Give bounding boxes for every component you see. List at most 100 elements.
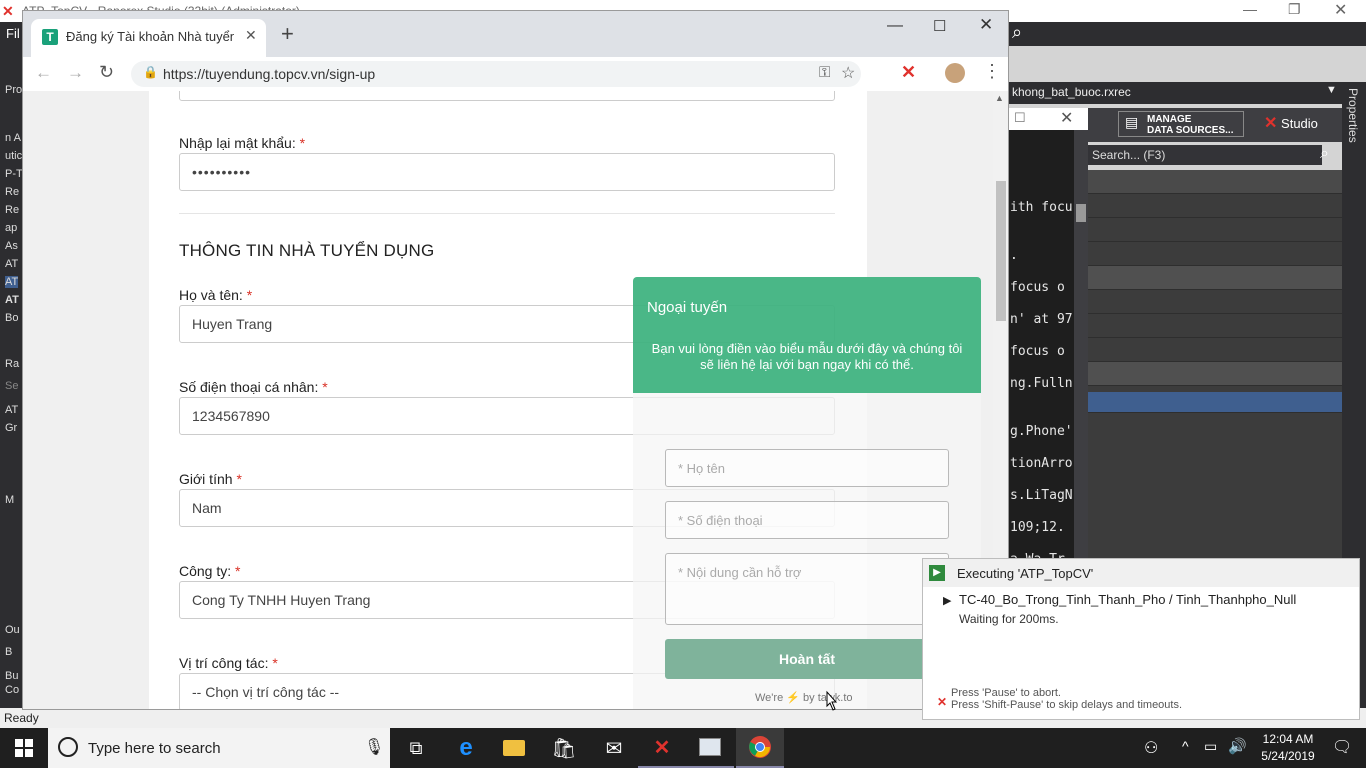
back-icon[interactable]: ← <box>35 63 52 83</box>
chat-message: Bạn vui lòng điền vào biểu mẫu dưới đây … <box>651 341 963 372</box>
execution-header: ▶ Executing 'ATP_TopCV' <box>923 559 1359 587</box>
left-row[interactable]: Ou <box>5 624 20 636</box>
menu-icon[interactable]: ⋮ <box>983 61 1001 82</box>
clock-time[interactable]: 12:04 AM <box>1258 732 1318 746</box>
maximize-icon[interactable]: ☐ <box>933 17 946 35</box>
code-line: ith focu <box>1010 200 1073 215</box>
ranorex-taskbar-icon[interactable]: ✕ <box>638 728 686 768</box>
close-icon[interactable]: ✕ <box>1334 0 1347 20</box>
left-row[interactable]: Gr <box>5 422 17 434</box>
volume-icon[interactable]: 🔊 <box>1228 737 1247 755</box>
properties-tab[interactable]: Properties <box>1346 88 1360 143</box>
search-icon[interactable]: ⌕ <box>1012 22 1022 43</box>
start-button[interactable] <box>0 728 48 768</box>
grid-row[interactable] <box>1088 266 1342 290</box>
search-icon[interactable]: ⌕ <box>1320 145 1329 163</box>
scroll-thumb[interactable] <box>1076 204 1086 222</box>
grid-row[interactable] <box>1088 314 1342 338</box>
menu-file[interactable]: Fil <box>6 26 20 41</box>
chevron-up-icon[interactable]: ^ <box>1182 738 1189 754</box>
left-row[interactable]: Re <box>5 204 19 216</box>
close-icon[interactable]: ✕ <box>979 15 993 35</box>
grid-row-selected[interactable] <box>1088 392 1342 413</box>
key-icon[interactable]: ⚿ <box>819 64 830 81</box>
chat-submit-button[interactable]: Hoàn tất <box>665 639 949 679</box>
repassword-field[interactable]: •••••••••• <box>179 153 835 191</box>
left-row[interactable]: ap <box>5 222 17 234</box>
chat-phone-input[interactable]: * Số điện thoại <box>665 501 949 539</box>
scroll-thumb[interactable] <box>996 181 1006 321</box>
password-field[interactable] <box>179 91 835 101</box>
left-row[interactable]: AT <box>5 276 19 288</box>
left-row[interactable]: Bo <box>5 312 18 324</box>
chat-name-input[interactable]: * Họ tên <box>665 449 949 487</box>
edge-icon[interactable]: e <box>442 728 490 768</box>
abort-hint: Press 'Pause' to abort. <box>951 687 1061 699</box>
code-scrollbar[interactable] <box>1074 130 1088 560</box>
reload-icon[interactable]: ↻ <box>99 62 114 83</box>
restore-icon[interactable]: ❐ <box>1288 1 1301 18</box>
phone-label: Số điện thoại cá nhân: * <box>179 379 328 395</box>
left-row[interactable]: As <box>5 240 18 252</box>
manage-data-sources-button[interactable]: ▤ MANAGE DATA SOURCES... <box>1118 111 1244 137</box>
left-row[interactable]: Re <box>5 186 19 198</box>
grid-row[interactable] <box>1088 218 1342 242</box>
network-icon[interactable]: ▭ <box>1204 738 1217 755</box>
code-line: n' at 97 <box>1010 312 1073 327</box>
recording-file-tab[interactable]: khong_bat_buoc.rxrec <box>1012 85 1131 99</box>
url-text[interactable]: https://tuyendung.topcv.vn/sign-up <box>163 66 375 82</box>
code-line: s.LiTagN <box>1010 488 1073 503</box>
left-row[interactable]: AT <box>5 404 18 416</box>
address-bar[interactable]: 🔒 https://tuyendung.topcv.vn/sign-up ⚿ ☆ <box>131 61 861 87</box>
grid-row[interactable] <box>1088 338 1342 362</box>
left-row[interactable]: Bu <box>5 670 18 682</box>
task-view-icon[interactable]: ⧉ <box>392 728 440 768</box>
scroll-up-icon[interactable]: ▲ <box>995 93 1004 103</box>
position-label: Vị trí công tác: * <box>179 655 278 671</box>
new-tab-icon[interactable]: + <box>281 21 294 47</box>
close-tab-icon[interactable]: ✕ <box>245 27 257 44</box>
grid-row[interactable] <box>1088 194 1342 218</box>
left-row[interactable]: AT <box>5 258 18 270</box>
mail-icon[interactable]: ✉ <box>590 728 638 768</box>
clock-date[interactable]: 5/24/2019 <box>1258 749 1318 763</box>
microphone-icon[interactable]: 🎙 <box>364 737 384 757</box>
studio-button[interactable]: ✕ Studio <box>1264 111 1336 137</box>
grid-row[interactable] <box>1088 170 1342 194</box>
forward-icon[interactable]: → <box>67 63 84 83</box>
left-row[interactable]: utic <box>5 150 22 162</box>
left-row[interactable]: AT <box>5 294 19 306</box>
maximize-icon[interactable]: ☐ <box>1014 110 1026 126</box>
grid-row[interactable] <box>1088 290 1342 314</box>
chrome-icon <box>749 736 771 758</box>
avatar[interactable] <box>945 63 965 83</box>
left-row[interactable]: P-T <box>5 168 23 180</box>
dropdown-icon[interactable]: ▼ <box>1326 84 1337 96</box>
star-icon[interactable]: ☆ <box>841 63 855 83</box>
minimize-icon[interactable]: — <box>887 17 903 35</box>
browser-tab[interactable]: T Đăng ký Tài khoản Nhà tuyển dụ ✕ <box>31 19 266 57</box>
expand-icon[interactable]: ▶ <box>943 594 951 607</box>
chrome-taskbar-icon[interactable] <box>736 728 784 768</box>
minimize-icon[interactable]: — <box>1243 1 1257 17</box>
left-row[interactable]: B <box>5 646 12 658</box>
taskbar-search-box[interactable]: Type here to search 🎙 <box>48 728 390 768</box>
chat-content-input[interactable]: * Nội dung cần hỗ trợ <box>665 553 949 625</box>
store-icon[interactable]: 🛍 <box>540 728 588 768</box>
left-row[interactable]: M <box>5 494 14 506</box>
left-row[interactable]: Pro <box>5 84 22 96</box>
left-row[interactable]: Co <box>5 684 19 696</box>
left-row[interactable]: n A <box>5 132 21 144</box>
grid-row[interactable] <box>1088 362 1342 386</box>
spy-taskbar-icon[interactable] <box>686 728 734 768</box>
left-row[interactable]: Ra <box>5 358 19 370</box>
people-icon[interactable]: ⚇ <box>1144 738 1158 758</box>
close-icon[interactable]: ✕ <box>1060 108 1073 128</box>
file-explorer-icon[interactable] <box>490 728 538 768</box>
repository-search-input[interactable]: Search... (F3) <box>1088 145 1322 165</box>
grid-row[interactable] <box>1088 242 1342 266</box>
ranorex-extension-icon[interactable]: ✕ <box>901 62 916 83</box>
notification-icon[interactable]: 🗨 <box>1332 737 1352 757</box>
run-icon: ▶ <box>929 565 945 581</box>
left-row[interactable]: Se <box>5 380 18 392</box>
